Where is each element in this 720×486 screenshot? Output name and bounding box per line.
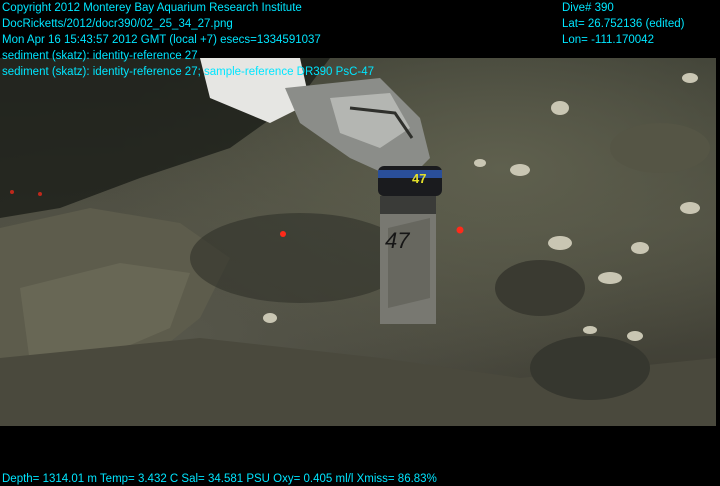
longitude: Lon= -111.170042: [562, 34, 654, 46]
sensor-readout: Depth= 1314.01 m Temp= 3.432 C Sal= 34.5…: [2, 473, 437, 485]
latitude: Lat= 26.752136 (edited): [562, 18, 685, 30]
annotation-line: sediment (skatz): identity-reference 27: [2, 50, 198, 62]
dive-number: Dive# 390: [562, 2, 614, 14]
rock: [530, 336, 650, 400]
tube-cap-marking: 47: [412, 171, 426, 186]
overlay-metadata-left: Copyright 2012 Monterey Bay Aquarium Res…: [2, 1, 374, 81]
copyright-line: Copyright 2012 Monterey Bay Aquarium Res…: [2, 2, 302, 14]
laser-dot: [456, 226, 464, 234]
overlay-metadata-right: Dive# 390 Lat= 26.752136 (edited) Lon= -…: [562, 1, 684, 49]
laser-dot: [280, 231, 286, 237]
rock: [495, 260, 585, 316]
video-frame: 47 47 Copyright 2012 Monterey Bay Aquari…: [0, 0, 720, 486]
timestamp-line: Mon Apr 16 15:43:57 2012 GMT (local +7) …: [2, 34, 321, 46]
laser-dot: [10, 190, 14, 194]
tube-marking: 47: [385, 228, 410, 253]
annotation-line: sediment (skatz): identity-reference 27;…: [2, 66, 374, 78]
rock: [610, 123, 710, 173]
seafloor-illustration: 47 47: [0, 58, 716, 426]
seafloor-scene: 47 47: [0, 58, 716, 426]
sediment-cloud: [190, 213, 410, 303]
file-path-line: DocRicketts/2012/docr390/02_25_34_27.png: [2, 18, 233, 30]
